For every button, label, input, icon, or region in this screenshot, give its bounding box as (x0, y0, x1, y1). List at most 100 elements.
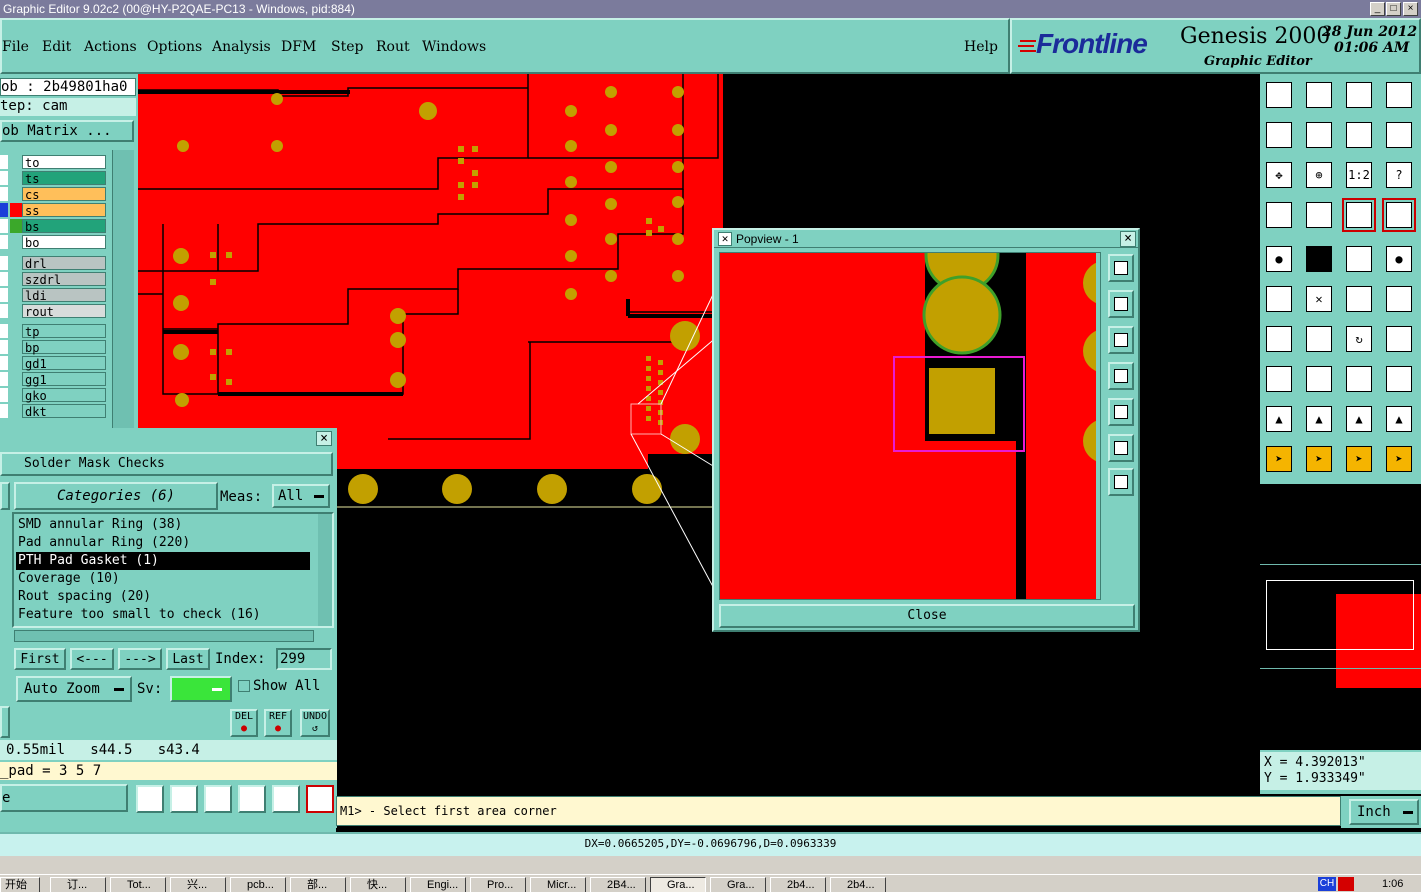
tool-button[interactable]: ▲ (1382, 402, 1416, 436)
tool-button[interactable] (1382, 322, 1416, 356)
tool-button[interactable] (1262, 282, 1296, 316)
menu-dfm[interactable]: DFM (281, 39, 316, 55)
tool-button[interactable] (1382, 118, 1416, 152)
overview-map[interactable] (1260, 484, 1421, 750)
tool-button[interactable] (1302, 322, 1336, 356)
print-icon[interactable] (170, 785, 198, 813)
tool-button[interactable]: ? (1382, 158, 1416, 192)
report-icon[interactable] (136, 785, 164, 813)
layer-row[interactable]: drl (0, 256, 108, 271)
menu-rout[interactable]: Rout (376, 39, 410, 55)
tool-button[interactable] (1302, 78, 1336, 112)
index-input[interactable]: 299 (276, 648, 332, 670)
tool-button[interactable] (1382, 198, 1416, 232)
tool-button[interactable]: ● (1262, 242, 1296, 276)
tool-button[interactable]: 1:2 (1342, 158, 1376, 192)
taskbar-item[interactable]: 订... (50, 877, 106, 892)
taskbar-item[interactable]: 2b4... (830, 877, 886, 892)
tool-button[interactable] (1302, 118, 1336, 152)
list-item[interactable]: Coverage (10) (18, 570, 120, 588)
left-scroll-handle[interactable] (0, 706, 10, 738)
zoom-mode-dropdown[interactable]: Auto Zoom (16, 676, 132, 702)
layer-row[interactable]: ts (0, 171, 108, 186)
ref-button[interactable]: REF ● (264, 709, 292, 737)
first-button[interactable]: First (14, 648, 66, 670)
tool-button[interactable]: ➤ (1342, 442, 1376, 476)
categories-button[interactable]: Categories (6) (14, 482, 218, 510)
pan-left-icon[interactable] (1108, 362, 1134, 390)
tool-button[interactable] (1262, 78, 1296, 112)
next-button[interactable]: ---> (118, 648, 162, 670)
bottom-field[interactable]: e (0, 784, 128, 812)
layer-row[interactable]: gd1 (0, 356, 108, 371)
layer-row[interactable]: gg1 (0, 372, 108, 387)
tool-button[interactable]: ↻ (1342, 322, 1376, 356)
layer-row[interactable]: ldi (0, 288, 108, 303)
tool-button[interactable] (1342, 242, 1376, 276)
layer-row[interactable]: cs (0, 187, 108, 202)
layer-row[interactable]: gko (0, 388, 108, 403)
category-list[interactable]: SMD annular Ring (38) Pad annular Ring (… (12, 512, 334, 628)
tool-button[interactable]: ● (1382, 242, 1416, 276)
layer-row[interactable]: rout (0, 304, 108, 319)
list-item[interactable]: SMD annular Ring (38) (18, 516, 182, 534)
tool-button[interactable]: ✕ (1302, 282, 1336, 316)
undo-button[interactable]: UNDO ↺ (300, 709, 330, 737)
taskbar-item[interactable]: 快... (350, 877, 406, 892)
taskbar-item[interactable]: Tot... (110, 877, 166, 892)
tool-button[interactable] (1262, 362, 1296, 396)
layer-row[interactable]: dkt (0, 404, 108, 419)
layer-row[interactable]: ss (0, 203, 108, 218)
tool-button[interactable]: ➤ (1302, 442, 1336, 476)
tool-button[interactable] (1302, 198, 1336, 232)
layer-row[interactable]: tp (0, 324, 108, 339)
popview-close-button[interactable]: Close (719, 604, 1135, 628)
start-button[interactable]: 开始 (0, 877, 40, 892)
sv-color-dropdown[interactable] (170, 676, 232, 702)
zoom-in-icon[interactable] (1108, 254, 1134, 282)
pan-up-icon[interactable] (1108, 290, 1134, 318)
tool-button[interactable]: ➤ (1262, 442, 1296, 476)
fit-icon[interactable] (1108, 434, 1134, 462)
menu-options[interactable]: Options (147, 39, 202, 55)
list-item[interactable]: Feature too small to check (16) (18, 606, 261, 624)
tool-button[interactable] (1382, 78, 1416, 112)
tool-button[interactable]: ➤ (1382, 442, 1416, 476)
category-scrollbar[interactable] (318, 514, 332, 626)
tool-button[interactable]: ✥ (1262, 158, 1296, 192)
job-matrix-button[interactable]: ob Matrix ... (0, 120, 134, 142)
taskbar-item[interactable]: Gra... (710, 877, 766, 892)
tool-button[interactable]: ▲ (1342, 402, 1376, 436)
menu-windows[interactable]: Windows (422, 39, 486, 55)
prev-button[interactable]: <--- (70, 648, 114, 670)
menu-help[interactable]: Help (964, 39, 998, 55)
filter-icon[interactable] (238, 785, 266, 813)
tool-button[interactable] (1262, 198, 1296, 232)
menu-file[interactable]: File (2, 39, 29, 55)
tool-button[interactable] (1382, 282, 1416, 316)
left-scroll-handle[interactable] (0, 482, 10, 510)
taskbar-item[interactable]: Pro... (470, 877, 526, 892)
maximize-button[interactable]: □ (1386, 2, 1401, 16)
layer-row[interactable]: bs (0, 219, 108, 234)
layer-list-scrollbar[interactable] (112, 150, 134, 430)
taskbar-item[interactable]: 2B4... (590, 877, 646, 892)
tool-button[interactable] (1342, 362, 1376, 396)
minimize-button[interactable]: _ (1370, 2, 1385, 16)
tool-button[interactable] (1382, 362, 1416, 396)
tool-button[interactable] (1302, 362, 1336, 396)
zoom-out-icon[interactable] (1108, 468, 1134, 496)
layer-row[interactable]: szdrl (0, 272, 108, 287)
meas-dropdown[interactable]: All (272, 484, 330, 508)
tool-button[interactable] (1342, 118, 1376, 152)
menu-actions[interactable]: Actions (84, 39, 137, 55)
list-item[interactable]: Rout spacing (20) (18, 588, 151, 606)
tool-button[interactable] (1302, 242, 1336, 276)
category-h-scrollbar[interactable] (14, 630, 314, 642)
popview-canvas[interactable] (719, 252, 1101, 600)
layer-row[interactable]: bo (0, 235, 108, 250)
menu-step[interactable]: Step (331, 39, 363, 55)
tool-button[interactable] (1342, 198, 1376, 232)
tool-button[interactable] (1262, 322, 1296, 356)
menu-edit[interactable]: Edit (42, 39, 71, 55)
